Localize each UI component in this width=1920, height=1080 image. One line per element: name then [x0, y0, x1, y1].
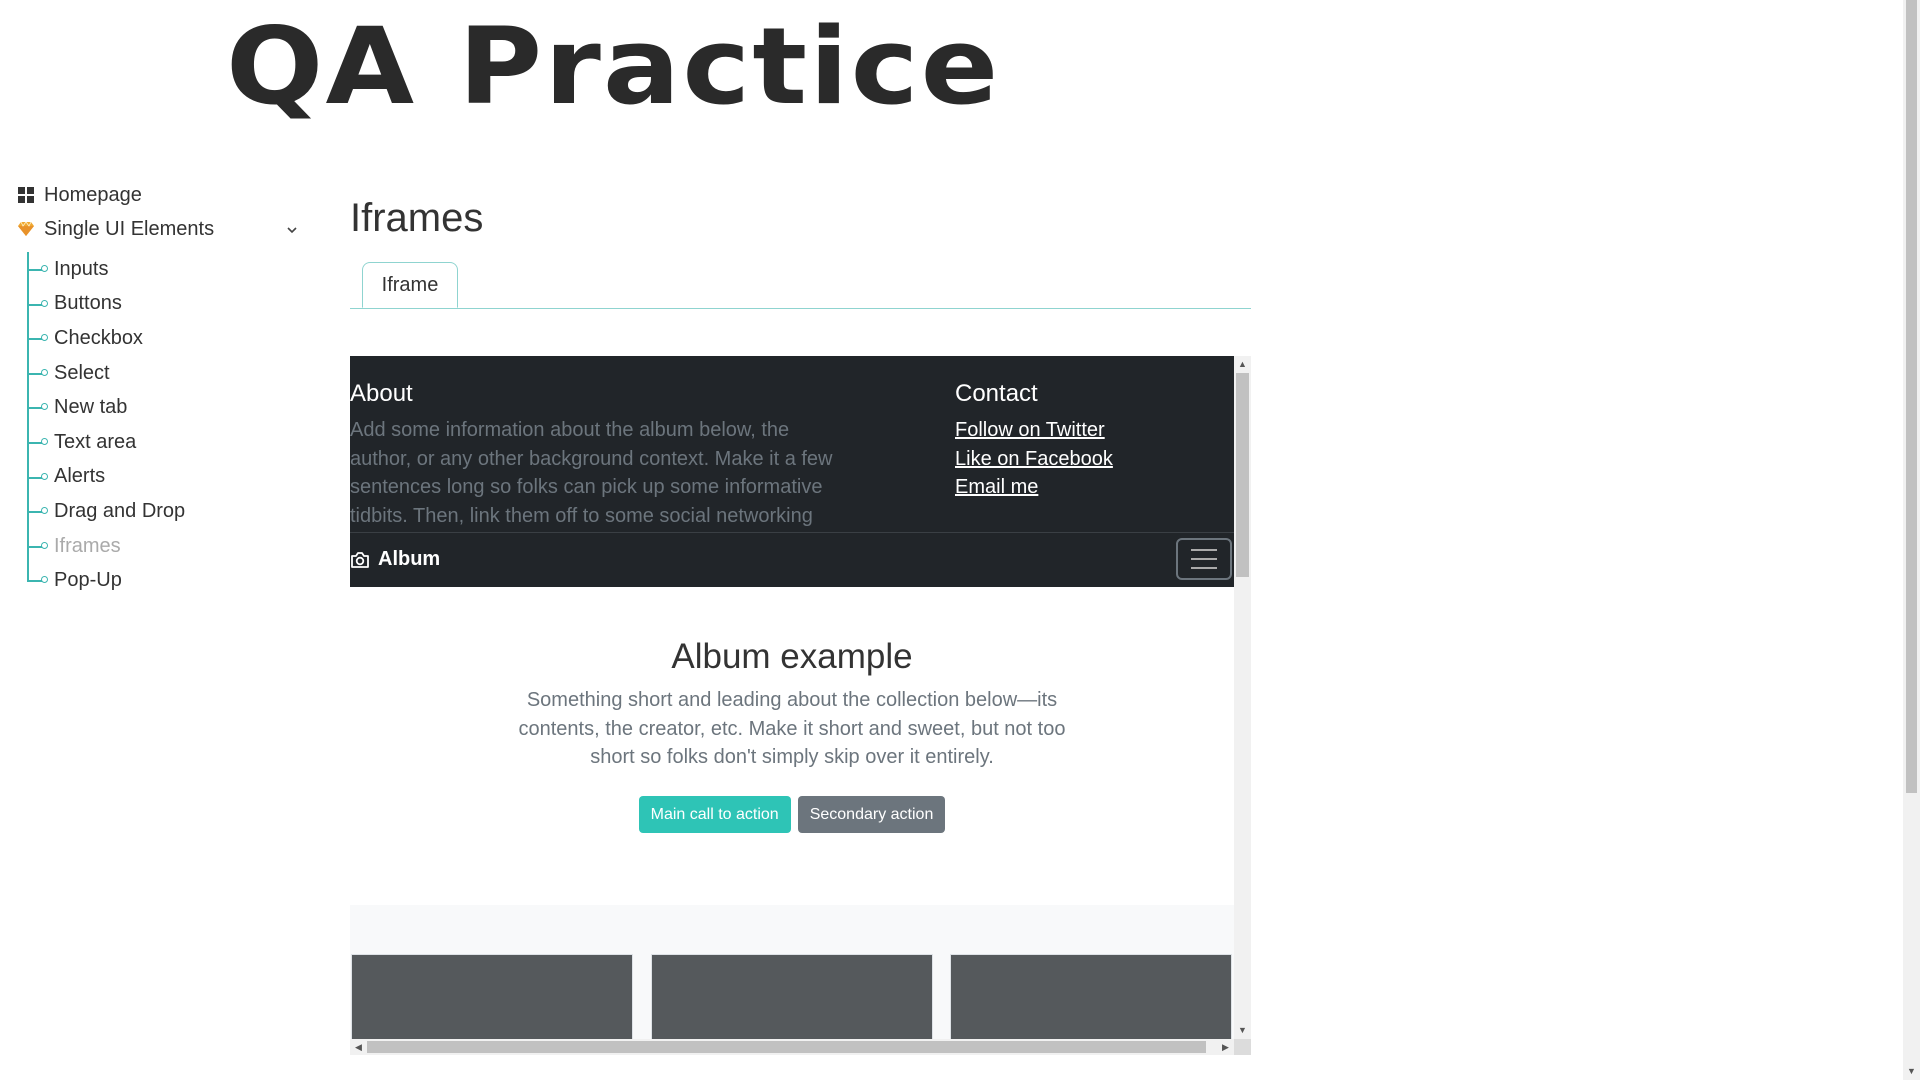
sidebar-item-label: Homepage [44, 183, 142, 206]
sidebar-item-label: Pop-Up [54, 569, 122, 592]
sidebar-item-checkbox[interactable]: Checkbox [27, 321, 298, 356]
sidebar-item-text-area[interactable]: Text area [27, 425, 298, 460]
hero-buttons: Main call to action Secondary action [350, 796, 1234, 833]
secondary-action-button[interactable]: Secondary action [797, 796, 946, 833]
hero-text: Something short and leading about the co… [518, 689, 1066, 768]
scrollbar-thumb[interactable] [1236, 373, 1249, 577]
sidebar-item-inputs[interactable]: Inputs [27, 252, 298, 287]
sidebar-item-alerts[interactable]: Alerts [27, 460, 298, 495]
scrollbar-thumb[interactable] [1906, 0, 1917, 793]
iframe-horizontal-scrollbar[interactable]: ◀ ▶ [350, 1039, 1234, 1055]
sidebar-item-label: Inputs [54, 257, 109, 280]
hero-section: Album example Something short and leadin… [350, 587, 1234, 887]
sidebar-item-label: Buttons [54, 292, 122, 315]
twitter-link[interactable]: Follow on Twitter [955, 416, 1113, 445]
scroll-up-icon[interactable]: ▲ [1234, 356, 1251, 373]
contact-heading: Contact [955, 380, 1038, 407]
sidebar-item-select[interactable]: Select [27, 356, 298, 391]
collapsible-header: About Add some information about the alb… [350, 356, 1234, 532]
chevron-down-icon[interactable] [286, 221, 298, 237]
sidebar-item-label: Checkbox [54, 326, 143, 349]
navbar: Album [350, 532, 1234, 587]
main-call-to-action-button[interactable]: Main call to action [638, 796, 791, 833]
hamburger-icon [1191, 549, 1217, 551]
scroll-down-icon[interactable]: ▼ [1903, 1063, 1920, 1080]
contact-links: Follow on Twitter Like on Facebook Email… [955, 416, 1113, 502]
scroll-down-icon[interactable]: ▼ [1234, 1022, 1251, 1039]
sidebar-item-iframes[interactable]: Iframes [27, 529, 298, 564]
grid-icon [18, 187, 34, 203]
tab-bar: Iframe [350, 262, 1251, 309]
sidebar-item-buttons[interactable]: Buttons [27, 287, 298, 322]
sidebar-subtree: Inputs Buttons Checkbox Select New tab T… [27, 252, 298, 598]
sidebar-item-label: New tab [54, 396, 128, 419]
tab-iframe[interactable]: Iframe [362, 262, 458, 308]
album-card [351, 954, 633, 1039]
album-cards [350, 905, 1234, 1039]
navbar-toggler[interactable] [1176, 538, 1232, 580]
sidebar-section-label: Single UI Elements [44, 217, 215, 240]
gem-icon [18, 221, 34, 237]
scroll-right-icon[interactable]: ▶ [1217, 1039, 1234, 1055]
page-title: Iframes [350, 196, 484, 240]
hero-heading: Album example [671, 637, 913, 676]
sidebar: Homepage Single UI Elements Inputs Butto… [18, 178, 298, 598]
scroll-left-icon[interactable]: ◀ [350, 1039, 367, 1055]
navbar-brand[interactable]: Album [350, 548, 440, 571]
sidebar-item-label: Iframes [54, 534, 121, 557]
iframe-vertical-scrollbar[interactable]: ▲ ▼ [1234, 356, 1251, 1039]
sidebar-item-label: Alerts [54, 465, 106, 488]
sidebar-item-label: Text area [54, 430, 137, 453]
sidebar-item-pop-up[interactable]: Pop-Up [27, 563, 298, 598]
sidebar-section-single-ui-elements[interactable]: Single UI Elements [18, 212, 298, 246]
sidebar-item-label: Select [54, 361, 110, 384]
scrollbar-thumb[interactable] [367, 1041, 1206, 1053]
album-card [651, 954, 933, 1039]
brand-label: Album [378, 548, 441, 570]
album-card [950, 954, 1232, 1039]
sidebar-item-label: Drag and Drop [54, 499, 186, 522]
iframe-content: About Add some information about the alb… [350, 356, 1234, 1039]
camera-icon [350, 551, 370, 569]
about-heading: About [350, 380, 413, 407]
scrollbar-corner [1234, 1039, 1251, 1055]
site-logo[interactable]: QA Practice [226, 14, 1000, 120]
sidebar-item-homepage[interactable]: Homepage [18, 178, 298, 212]
email-link[interactable]: Email me [955, 473, 1113, 502]
sidebar-item-new-tab[interactable]: New tab [27, 390, 298, 425]
iframe-frame[interactable]: About Add some information about the alb… [350, 356, 1251, 1055]
page-scrollbar[interactable]: ▼ [1903, 0, 1920, 1080]
sidebar-item-drag-and-drop[interactable]: Drag and Drop [27, 494, 298, 529]
about-text: Add some information about the album bel… [350, 419, 833, 527]
facebook-link[interactable]: Like on Facebook [955, 445, 1113, 474]
